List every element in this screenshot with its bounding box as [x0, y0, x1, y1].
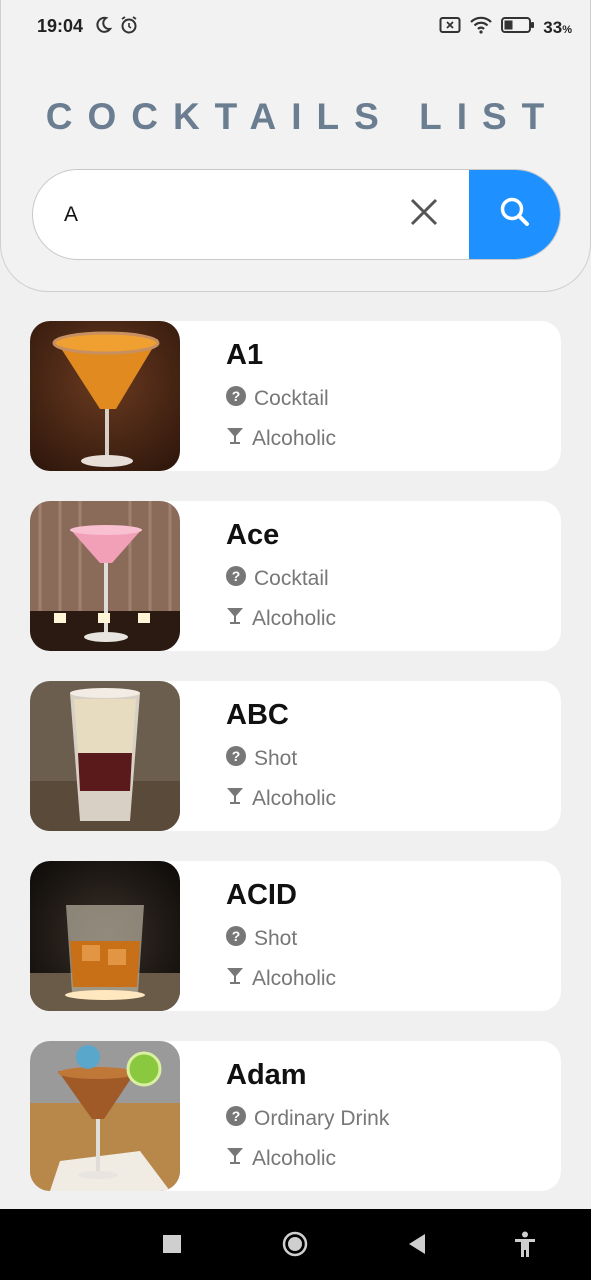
- cocktail-category: Shot: [254, 927, 298, 950]
- question-circle-icon: ?: [226, 566, 254, 592]
- page-title: COCKTAILS LIST: [45, 96, 560, 137]
- category-row: ? Cocktail: [226, 379, 336, 419]
- search-icon: [499, 196, 531, 233]
- alarm-icon: [119, 15, 139, 40]
- svg-text:?: ?: [232, 388, 241, 404]
- cocktail-alcoholic: Alcoholic: [252, 1147, 337, 1170]
- search-input[interactable]: [33, 170, 379, 259]
- cocktail-image: [30, 321, 180, 471]
- moon-icon: [93, 15, 113, 40]
- cocktail-image: [30, 681, 180, 831]
- accessibility-icon[interactable]: [514, 1231, 536, 1262]
- alcoholic-row: Alcoholic: [226, 419, 336, 459]
- search-button[interactable]: [469, 170, 560, 259]
- clear-button[interactable]: [379, 170, 469, 259]
- cocktail-alcoholic: Alcoholic: [252, 787, 337, 810]
- question-circle-icon: ?: [226, 386, 254, 412]
- cocktail-glass-icon: [226, 427, 252, 451]
- status-time: 19:04: [37, 16, 84, 36]
- cocktail-card[interactable]: Ace ? Cocktail Alcoholic: [30, 501, 561, 651]
- battery-icon: [501, 16, 535, 39]
- alcoholic-row: Alcoholic: [226, 959, 336, 999]
- cocktail-name: ABC: [226, 699, 289, 731]
- cocktail-glass-icon: [226, 787, 252, 811]
- header-panel: 19:04 33% COCKTAILS LIST A: [0, 0, 591, 292]
- cocktail-info: Adam ? Ordinary Drink Alcoholic: [180, 1041, 389, 1191]
- cocktail-glass-icon: [226, 1147, 252, 1171]
- cocktail-name: Ace: [226, 519, 280, 551]
- cocktail-info: ACID ? Shot Alcoholic: [180, 861, 336, 1011]
- battery-percent: 33%: [543, 17, 572, 37]
- alcoholic-row: Alcoholic: [226, 599, 336, 639]
- cocktail-card[interactable]: Adam ? Ordinary Drink Alcoholic: [30, 1041, 561, 1191]
- alcoholic-row: Alcoholic: [226, 1139, 389, 1179]
- svg-text:?: ?: [232, 568, 241, 584]
- cocktail-card[interactable]: ABC ? Shot Alcoholic: [30, 681, 561, 831]
- status-left-icons: [93, 15, 139, 40]
- cocktail-name: A1: [226, 339, 264, 371]
- home-button[interactable]: [282, 1231, 308, 1262]
- cocktail-glass-icon: [226, 967, 252, 991]
- cocktail-category: Cocktail: [254, 387, 329, 410]
- status-right: 33%: [439, 15, 572, 40]
- cocktail-image: [30, 861, 180, 1011]
- cocktail-card[interactable]: ACID ? Shot Alcoholic: [30, 861, 561, 1011]
- cocktail-info: Ace ? Cocktail Alcoholic: [180, 501, 336, 651]
- question-circle-icon: ?: [226, 1106, 254, 1132]
- close-icon: [409, 197, 439, 232]
- sim-off-icon: [439, 16, 461, 39]
- cocktail-alcoholic: Alcoholic: [252, 967, 337, 990]
- status-bar: 19:04 33%: [1, 0, 591, 52]
- cocktail-glass-icon: [226, 607, 252, 631]
- system-nav-bar: [0, 1209, 591, 1280]
- cocktail-category: Shot: [254, 747, 298, 770]
- cocktail-category: Cocktail: [254, 567, 329, 590]
- screen: 19:04 33% COCKTAILS LIST A A1 ? Cocktail…: [0, 0, 591, 1280]
- cocktail-list: A1 ? Cocktail Alcoholic Ace ? Cocktail A…: [30, 321, 561, 1221]
- category-row: ? Ordinary Drink: [226, 1099, 389, 1139]
- search-bar: [32, 169, 561, 260]
- svg-text:?: ?: [232, 748, 241, 764]
- category-row: ? Shot: [226, 919, 336, 959]
- cocktail-card[interactable]: A1 ? Cocktail Alcoholic: [30, 321, 561, 471]
- back-button[interactable]: [407, 1233, 427, 1260]
- svg-text:?: ?: [232, 1108, 241, 1124]
- cocktail-image: [30, 1041, 180, 1191]
- alcoholic-row: Alcoholic: [226, 779, 336, 819]
- cocktail-name: Adam: [226, 1059, 307, 1091]
- cocktail-name: ACID: [226, 879, 297, 911]
- svg-text:?: ?: [232, 928, 241, 944]
- cocktail-category: Ordinary Drink: [254, 1107, 390, 1130]
- wifi-icon: [469, 15, 493, 40]
- cocktail-alcoholic: Alcoholic: [252, 607, 337, 630]
- category-row: ? Cocktail: [226, 559, 336, 599]
- question-circle-icon: ?: [226, 746, 254, 772]
- question-circle-icon: ?: [226, 926, 254, 952]
- cocktail-alcoholic: Alcoholic: [252, 427, 337, 450]
- cocktail-info: A1 ? Cocktail Alcoholic: [180, 321, 336, 471]
- category-row: ? Shot: [226, 739, 336, 779]
- recents-button[interactable]: [163, 1235, 181, 1258]
- cocktail-info: ABC ? Shot Alcoholic: [180, 681, 336, 831]
- cocktail-image: [30, 501, 180, 651]
